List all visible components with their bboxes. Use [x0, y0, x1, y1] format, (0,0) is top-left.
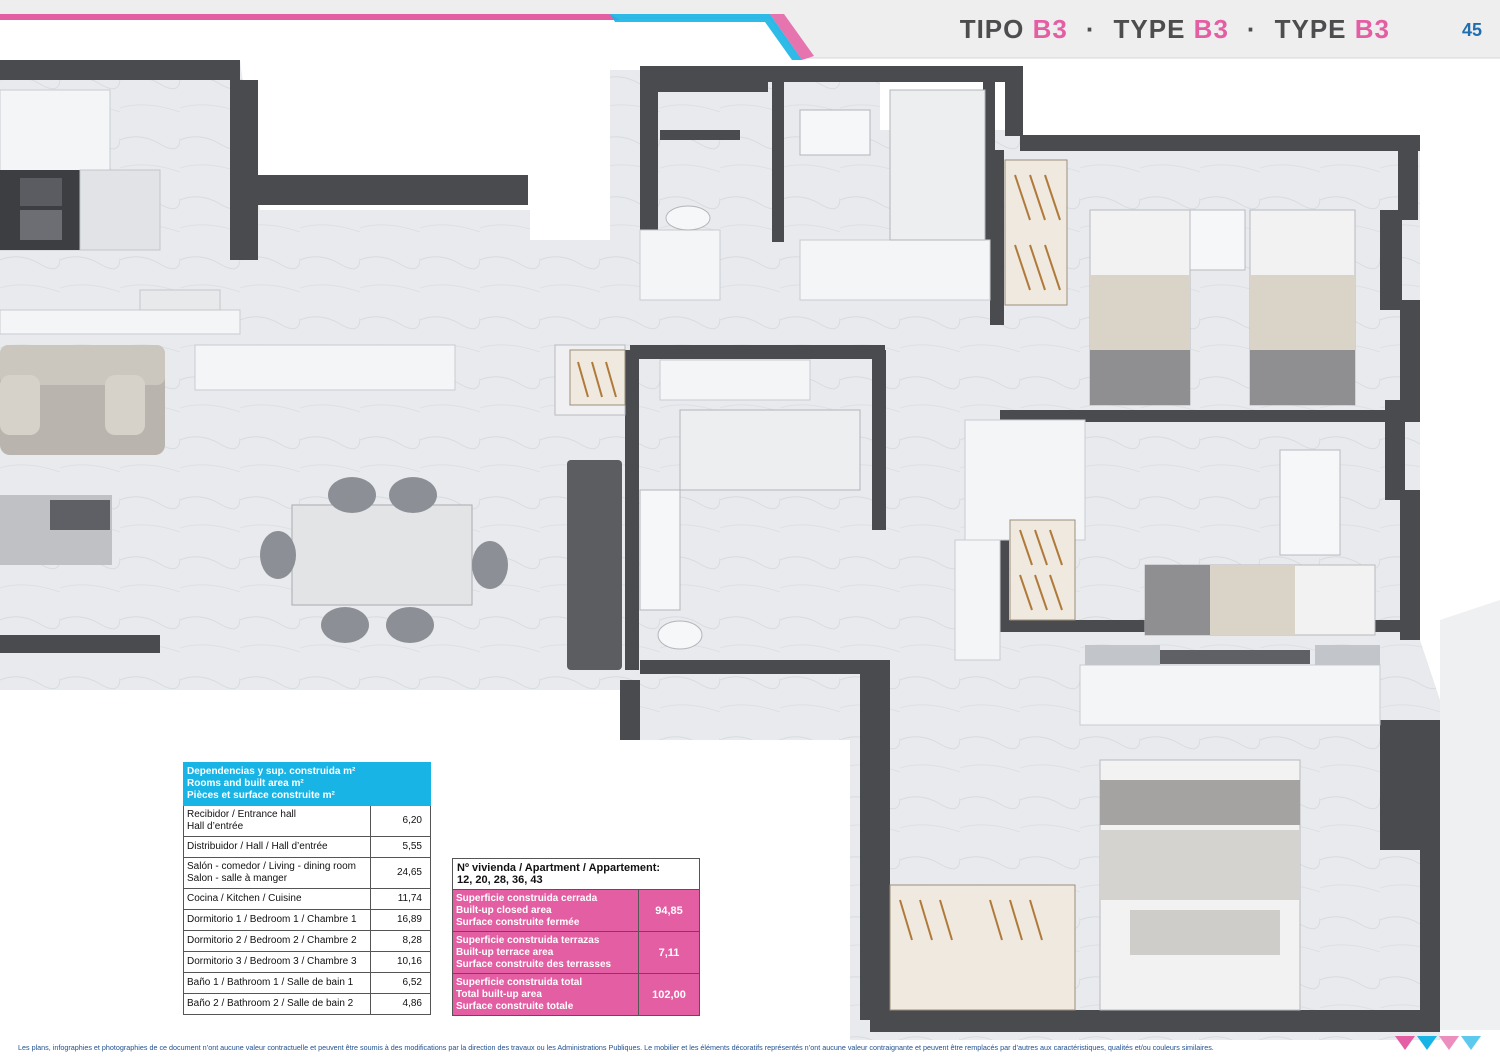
footer-decoration — [1395, 1036, 1481, 1050]
table-row: Recibidor / Entrance hall Hall d’entrée 6… — [183, 805, 431, 837]
room-area: 6,52 — [370, 972, 431, 994]
apartment-label: Nº vivienda / Apartment / Appartement: — [457, 862, 661, 874]
title-word-es: TIPO — [959, 14, 1025, 44]
surface-label-es: Superficie construida terrazas — [456, 934, 600, 946]
title-code-en: B3 — [1193, 14, 1229, 44]
surface-value: 94,85 — [638, 889, 700, 932]
room-name: Dormitorio 3 / Bedroom 3 / Chambre 3 — [183, 951, 371, 973]
room-name: Dormitorio 2 / Bedroom 2 / Chambre 2 — [183, 930, 371, 952]
title-word-fr: TYPE — [1274, 14, 1347, 44]
surface-label-es: Superficie construida cerrada — [456, 892, 598, 904]
table-row: Dormitorio 1 / Bedroom 1 / Chambre 1 16,… — [183, 909, 431, 931]
table-row: Baño 1 / Bathroom 1 / Salle de bain 1 6,… — [183, 972, 431, 994]
title-separator: · — [1085, 14, 1096, 44]
table-row: Baño 2 / Bathroom 2 / Salle de bain 2 4,… — [183, 993, 431, 1015]
tv-console — [0, 495, 112, 565]
table-row: Superficie construida cerrada Built-up c… — [452, 889, 700, 932]
surface-label-en: Built-up closed area — [456, 904, 552, 916]
table-row: Distribuidor / Hall / Hall d’entrée 5,55 — [183, 836, 431, 858]
room-area: 10,16 — [370, 951, 431, 973]
table-row: Salón - comedor / Living - dining room Sa… — [183, 857, 431, 889]
surface-label-es: Superficie construida total — [456, 976, 583, 988]
table-row: Dormitorio 2 / Bedroom 2 / Chambre 2 8,2… — [183, 930, 431, 952]
table-row: Cocina / Kitchen / Cuisine 11,74 — [183, 888, 431, 910]
room-area: 5,55 — [370, 836, 431, 858]
surface-label-en: Total built-up area — [456, 988, 542, 1000]
area-title-fr: Pièces et surface construite m² — [187, 790, 335, 801]
area-table-header: Dependencias y sup. construida m² Rooms … — [183, 762, 431, 806]
title-code-fr: B3 — [1354, 14, 1390, 44]
area-table: Dependencias y sup. construida m² Rooms … — [183, 762, 431, 1015]
area-title-en: Rooms and built area m² — [187, 778, 304, 789]
room-name-fr: Salon - salle à manger — [187, 873, 288, 884]
room-name: Cocina / Kitchen / Cuisine — [183, 888, 371, 910]
title-separator: · — [1246, 14, 1257, 44]
surface-label-fr: Surface construite totale — [456, 1000, 574, 1012]
room-area: 16,89 — [370, 909, 431, 931]
title-code-es: B3 — [1032, 14, 1068, 44]
table-row: Dormitorio 3 / Bedroom 3 / Chambre 3 10,… — [183, 951, 431, 973]
room-name: Salón - comedor / Living - dining room — [187, 861, 356, 872]
room-name: Dormitorio 1 / Bedroom 1 / Chambre 1 — [183, 909, 371, 931]
room-area: 4,86 — [370, 993, 431, 1015]
surface-label-fr: Surface construite des terrasses — [456, 958, 612, 970]
table-row: Superficie construida terrazas Built-up … — [452, 931, 700, 974]
surface-value: 7,11 — [638, 931, 700, 974]
room-name: Distribuidor / Hall / Hall d’entrée — [183, 836, 371, 858]
page-title: TIPO B3 · TYPE B3 · TYPE B3 — [960, 14, 1390, 45]
surface-value: 102,00 — [638, 973, 700, 1016]
room-area: 11,74 — [370, 888, 431, 910]
surface-table: Nº vivienda / Apartment / Appartement: 1… — [452, 858, 700, 1016]
room-name-fr: Hall d’entrée — [187, 821, 244, 832]
area-title-es: Dependencias y sup. construida m² — [187, 766, 356, 777]
room-name: Baño 1 / Bathroom 1 / Salle de bain 1 — [183, 972, 371, 994]
surface-label-fr: Surface construite fermée — [456, 916, 580, 928]
apartment-list: 12, 20, 28, 36, 43 — [457, 874, 543, 886]
room-area: 8,28 — [370, 930, 431, 952]
room-area: 6,20 — [370, 805, 431, 837]
room-area: 24,65 — [370, 857, 431, 889]
table-row: Superficie construida total Total built-… — [452, 973, 700, 1016]
sofa — [0, 345, 165, 455]
footer-disclaimer: Les plans, infographies et photographies… — [18, 1043, 1214, 1052]
title-word-en: TYPE — [1113, 14, 1186, 44]
page-number: 45 — [1461, 20, 1482, 40]
room-name: Baño 2 / Bathroom 2 / Salle de bain 2 — [183, 993, 371, 1015]
surface-label-en: Built-up terrace area — [456, 946, 554, 958]
room-name: Recibidor / Entrance hall — [187, 809, 296, 820]
apartment-numbers: Nº vivienda / Apartment / Appartement: 1… — [452, 858, 700, 890]
